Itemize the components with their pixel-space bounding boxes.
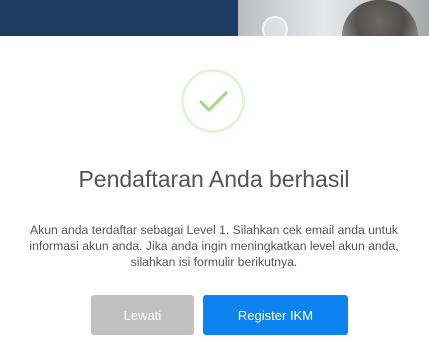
register-ikm-button[interactable]: Register IKM bbox=[203, 295, 348, 335]
background-page bbox=[0, 0, 429, 36]
success-dialog: Pendaftaran Anda berhasil Akun anda terd… bbox=[5, 36, 429, 349]
check-circle-icon bbox=[181, 69, 245, 133]
background-circle-decoration bbox=[262, 16, 288, 36]
checkmark-icon bbox=[199, 91, 228, 112]
dialog-title: Pendaftaran Anda berhasil bbox=[78, 166, 350, 192]
dialog-message: Akun anda terdaftar sebagai Level 1. Sil… bbox=[29, 223, 399, 269]
background-navy-panel bbox=[0, 0, 238, 36]
page: Pendaftaran Anda berhasil Akun anda terd… bbox=[0, 0, 429, 349]
skip-button[interactable]: Lewati bbox=[91, 295, 194, 335]
